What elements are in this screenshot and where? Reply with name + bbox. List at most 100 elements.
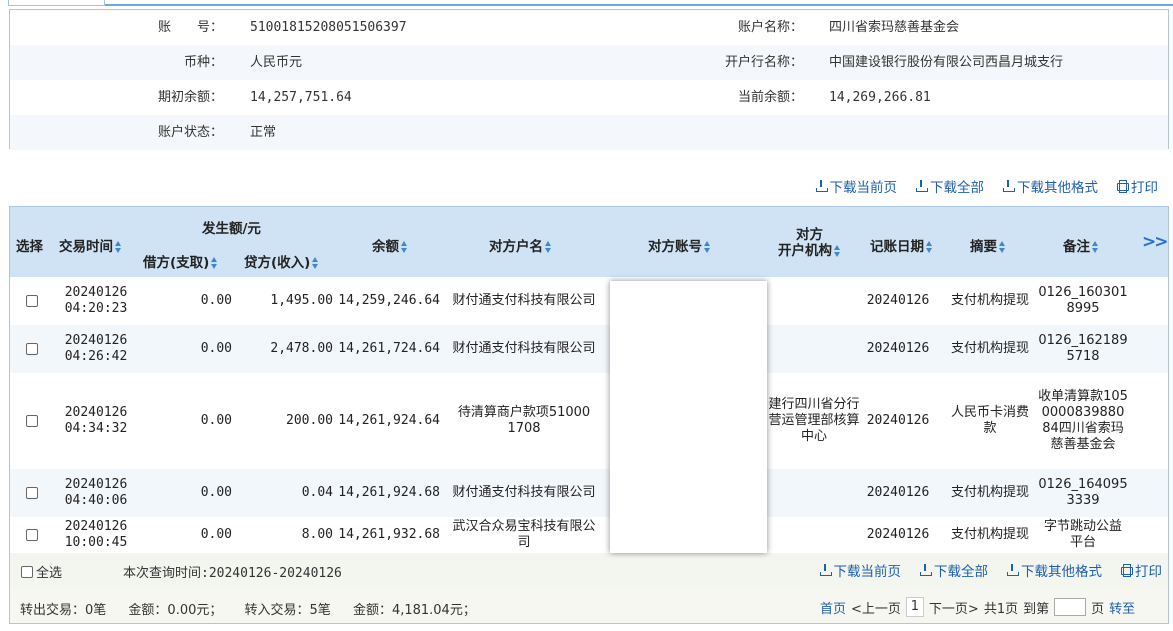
row-checkbox[interactable]	[26, 529, 38, 541]
select-all[interactable]: 全选	[21, 562, 62, 581]
bottom-action-bar: 下载当前页 下载全部 下载其他格式 打印	[819, 561, 1162, 580]
row-post-date: 20240126	[866, 485, 930, 500]
row-time: 20240126 04:26:42	[64, 333, 128, 364]
print-link[interactable]: 打印	[1116, 177, 1158, 196]
account-status-label: 账户状态：	[157, 125, 223, 140]
row-counterparty-name: 待清算商户款项510001708	[457, 405, 591, 436]
account-number-label: 账 号：	[157, 20, 223, 35]
outgoing-count: 转出交易：0笔	[20, 603, 107, 618]
total-pages: 共1页	[983, 601, 1019, 617]
row-time: 20240126 10:00:45	[64, 519, 128, 550]
account-name-label: 账户名称：	[737, 20, 803, 35]
table-row: 20240126 04:40:06 0.00 0.04 14,261,924.68…	[10, 469, 1168, 517]
header-time[interactable]: 交易时间	[59, 235, 122, 255]
incoming-amount: 金额：4,181.04元；	[352, 603, 476, 618]
row-checkbox[interactable]	[26, 487, 38, 499]
row-time: 20240126 04:20:23	[64, 285, 128, 316]
row-counterparty-bank	[768, 517, 860, 553]
download-icon	[915, 180, 928, 192]
header-summary[interactable]: 摘要	[970, 235, 1006, 255]
more-columns-button[interactable]: >>	[1142, 232, 1168, 252]
table-row: 20240126 04:34:32 0.00 200.00 14,261,924.…	[10, 373, 1168, 469]
row-time: 20240126 04:34:32	[64, 405, 128, 436]
header-counterparty-account[interactable]: 对方账号	[648, 235, 711, 255]
account-status: 正常	[250, 125, 277, 140]
row-remark: 0126_1640953339	[1038, 477, 1128, 508]
header-counterparty-name[interactable]: 对方户名	[489, 235, 552, 255]
row-summary: 支付机构提现	[950, 527, 1029, 542]
row-remark: 字节跳动公益平台	[1043, 519, 1122, 550]
row-balance: 14,261,724.64	[338, 341, 440, 356]
current-balance: 14,269,266.81	[829, 90, 931, 105]
download-other-format-link[interactable]: 下载其他格式	[1002, 177, 1098, 196]
top-tab-strip	[0, 0, 1173, 6]
header-balance[interactable]: 余额	[372, 235, 408, 255]
active-tab-edge	[8, 0, 105, 6]
header-post-date[interactable]: 记账日期	[870, 235, 933, 255]
prev-page-link[interactable]: <上一页	[851, 598, 901, 617]
account-row-3: 期初余额： 14,257,751.64 当前余额： 14,269,266.81	[10, 80, 1168, 115]
row-credit: 1,495.00	[270, 293, 333, 308]
header-counterparty-bank[interactable]: 对方 开户机构	[778, 227, 841, 259]
goto-label: 到第	[1023, 601, 1050, 617]
row-summary: 支付机构提现	[950, 485, 1029, 500]
row-checkbox[interactable]	[26, 343, 38, 355]
next-page-link[interactable]: 下一页>	[929, 598, 979, 617]
account-name: 四川省索玛慈善基金会	[829, 20, 960, 35]
download-other-format-link[interactable]: 下载其他格式	[1006, 561, 1102, 580]
table-footer-controls: 全选 本次查询时间:20240126-20240126 下载当前页 下载全部 下…	[10, 553, 1168, 587]
print-link[interactable]: 打印	[1120, 561, 1162, 580]
row-debit: 0.00	[200, 341, 232, 356]
currency-value: 人民币元	[250, 55, 303, 70]
download-current-page-link[interactable]: 下载当前页	[819, 561, 901, 580]
row-summary: 人民币卡消费款	[950, 405, 1029, 436]
row-debit: 0.00	[200, 293, 232, 308]
row-time: 20240126 04:40:06	[64, 477, 128, 508]
row-debit: 0.00	[200, 413, 232, 428]
download-current-page-link[interactable]: 下载当前页	[815, 177, 897, 196]
outgoing-amount: 金额：0.00元；	[128, 603, 223, 618]
incoming-count: 转入交易：5笔	[244, 603, 331, 618]
download-all-link[interactable]: 下载全部	[919, 561, 988, 580]
row-post-date: 20240126	[866, 527, 930, 542]
row-debit: 0.00	[200, 485, 232, 500]
sort-icon	[115, 241, 122, 253]
row-summary: 支付机构提现	[950, 341, 1029, 356]
first-page-link[interactable]: 首页	[820, 598, 846, 617]
row-checkbox[interactable]	[26, 415, 38, 427]
row-counterparty-bank	[768, 277, 860, 325]
current-balance-label: 当前余额：	[737, 90, 803, 105]
redaction-overlay	[610, 281, 767, 553]
header-remark[interactable]: 备注	[1063, 235, 1099, 255]
tab-underline	[105, 4, 1173, 6]
row-checkbox[interactable]	[26, 295, 38, 307]
download-icon	[819, 564, 832, 576]
row-counterparty-name: 财付通支付科技有限公司	[452, 341, 596, 356]
table-row: 20240126 04:26:42 0.00 2,478.00 14,261,72…	[10, 325, 1168, 373]
goto-button[interactable]: 转至	[1109, 598, 1135, 617]
row-balance: 14,261,924.68	[338, 485, 440, 500]
row-balance: 14,261,932.68	[338, 527, 440, 542]
row-counterparty-bank: 建行四川省分行营运管理部核算中心	[768, 397, 860, 444]
header-credit[interactable]: 贷方(收入)	[244, 251, 319, 271]
row-remark: 收单清算款105000083988084四川省索玛慈善基金会	[1038, 389, 1128, 452]
goto-page-input[interactable]	[1054, 598, 1087, 616]
select-all-checkbox[interactable]	[21, 565, 33, 578]
download-all-link[interactable]: 下载全部	[915, 177, 984, 196]
row-credit: 200.00	[286, 413, 333, 428]
table-header: 选择 交易时间 发生额/元 借方(支取) 贷方(收入) 余额 对方户名 对方账号…	[10, 207, 1168, 277]
table-footer-summary: 转出交易：0笔 金额：0.00元； 转入交易：5笔 金额：4,181.04元； …	[10, 587, 1168, 623]
row-counterparty-bank	[768, 469, 860, 517]
currency-label: 币种：	[183, 55, 223, 70]
row-summary: 支付机构提现	[950, 293, 1029, 308]
download-icon	[1006, 564, 1019, 576]
sort-icon	[999, 241, 1006, 253]
download-icon	[919, 564, 932, 576]
table-row: 20240126 04:20:23 0.00 1,495.00 14,259,24…	[10, 277, 1168, 325]
account-row-4: 账户状态： 正常	[10, 115, 1168, 150]
sort-icon	[834, 245, 841, 257]
download-icon	[1002, 180, 1015, 192]
sort-icon	[401, 241, 408, 253]
header-debit[interactable]: 借方(支取)	[143, 251, 218, 271]
sort-icon	[1092, 241, 1099, 253]
